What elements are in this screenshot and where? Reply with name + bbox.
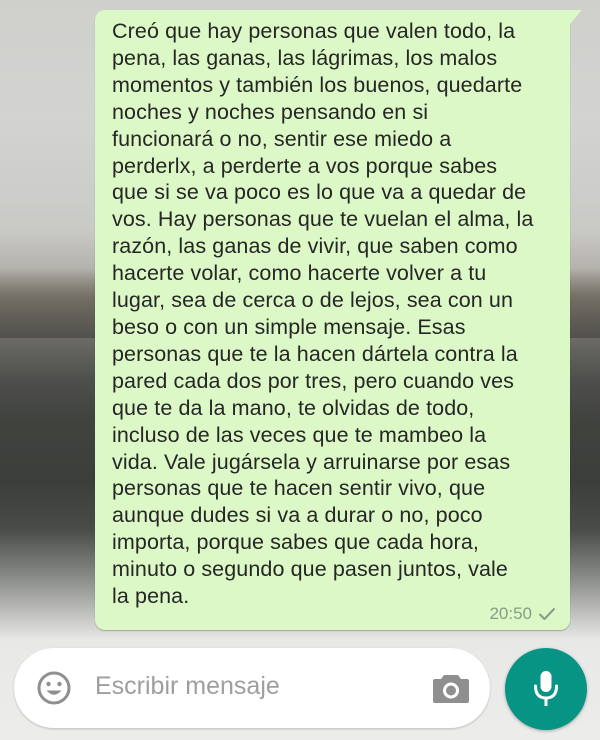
single-check-icon	[538, 607, 556, 621]
microphone-icon	[532, 670, 560, 708]
microphone-button[interactable]	[505, 648, 587, 730]
message-input[interactable]: Escribir mensaje	[95, 672, 280, 701]
message-text: Creó que hay personas que valen todo, la…	[112, 19, 534, 609]
outgoing-message-bubble[interactable]: Creó que hay personas que valen todo, la…	[95, 10, 570, 630]
emoji-icon[interactable]	[35, 669, 73, 707]
message-meta: 20:50	[489, 604, 556, 624]
message-composer[interactable]: Escribir mensaje	[14, 648, 490, 728]
bubble-tail	[570, 10, 582, 24]
message-time: 20:50	[489, 604, 532, 623]
camera-icon[interactable]	[432, 672, 470, 704]
